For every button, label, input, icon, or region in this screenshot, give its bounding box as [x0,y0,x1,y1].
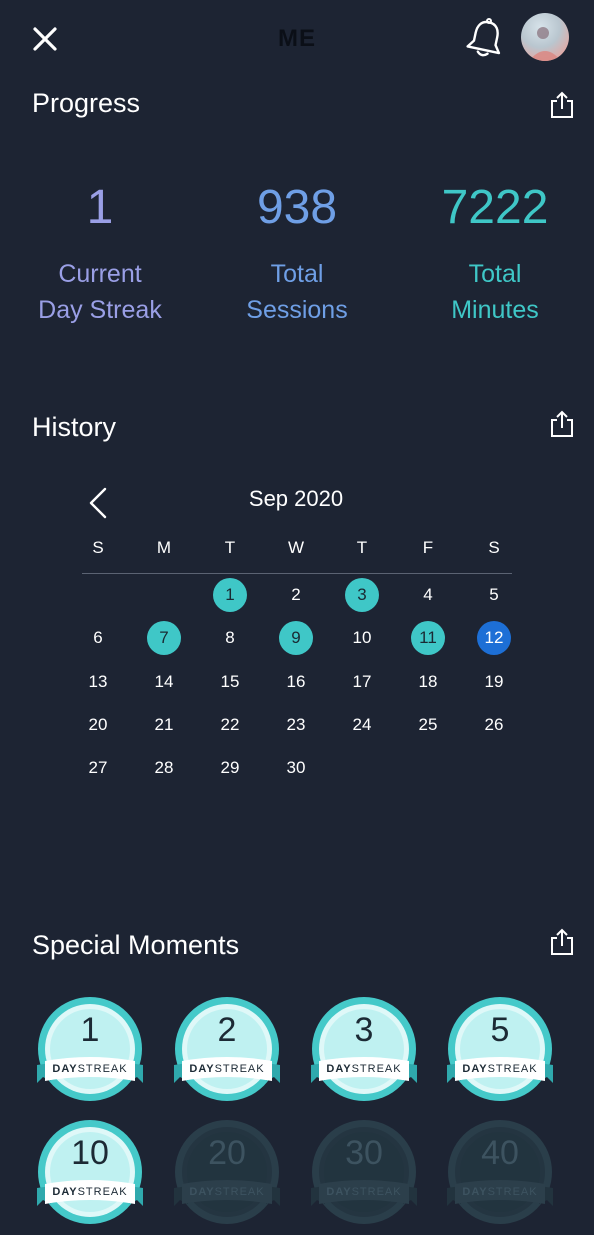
calendar-day[interactable]: 27 [81,751,115,785]
calendar-day[interactable]: 19 [477,665,511,699]
calendar-day[interactable]: 26 [477,708,511,742]
stat-label-line1: Current [58,260,142,288]
calendar-weekday-label: F [422,538,434,557]
progress-share-button[interactable] [549,91,575,119]
progress-title: Progress [32,88,141,118]
badge-number: 20 [208,1134,246,1172]
calendar-weekday-label: M [156,538,172,557]
calendar-day[interactable]: 16 [279,665,313,699]
calendar-day[interactable]: 10 [345,621,379,655]
calendar-day[interactable]: 12 [477,621,511,655]
stat-total-minutes: 7222 Total Minutes [395,180,594,328]
badge-number: 1 [80,1011,100,1049]
stat-value: 7222 [441,181,549,234]
calendar-day[interactable]: 3 [345,578,379,612]
stat-total-sessions: 938 Total Sessions [197,180,397,328]
calendar-weekday-label: W [287,538,305,557]
calendar-weekday-label: T [224,538,236,557]
badge-number: 3 [354,1011,374,1049]
share-icon [551,928,573,955]
badge-label: DAYSTREAK [52,1186,128,1198]
calendar-day[interactable]: 11 [411,621,445,655]
calendar-day[interactable]: 2 [279,578,313,612]
stat-label: Total Minutes [395,256,594,328]
badge-day-streak[interactable]: 1 DAYSTREAK [35,997,145,1107]
avatar-image-icon [529,27,561,61]
calendar-day[interactable]: 24 [345,708,379,742]
badge-day-streak[interactable]: 2 DAYSTREAK [172,997,282,1107]
top-bar: ME [0,0,594,76]
chevron-left-icon [89,487,107,519]
history-share-button[interactable] [549,410,575,438]
badge-day-streak[interactable]: 40 DAYSTREAK [445,1120,555,1230]
badge-label: DAYSTREAK [52,1063,128,1075]
calendar-weekday-label: S [92,538,104,557]
stat-current-streak: 1 Current Day Streak [0,180,200,328]
badge-day-streak[interactable]: 30 DAYSTREAK [309,1120,419,1230]
calendar-day[interactable]: 17 [345,665,379,699]
badge-label: DAYSTREAK [462,1063,538,1075]
badge-day-streak[interactable]: 5 DAYSTREAK [445,997,555,1107]
special-moments-share-button[interactable] [549,928,575,956]
stat-label: Current Day Streak [0,256,200,328]
special-moments-title: Special Moments [32,930,240,960]
badge-number: 40 [481,1134,519,1172]
stat-label-line2: Sessions [246,296,348,324]
calendar-day[interactable]: 5 [477,578,511,612]
stat-value: 1 [86,181,114,234]
badge-label: DAYSTREAK [326,1063,402,1075]
calendar-day[interactable]: 6 [81,621,115,655]
badge-number: 30 [345,1134,383,1172]
calendar-day[interactable]: 9 [279,621,313,655]
calendar-day[interactable]: 20 [81,708,115,742]
badge-day-streak[interactable]: 20 DAYSTREAK [172,1120,282,1230]
calendar-prev-month-button[interactable] [86,486,110,520]
calendar-weekday-label: S [488,538,500,557]
calendar-day[interactable]: 30 [279,751,313,785]
badge-label: DAYSTREAK [326,1186,402,1198]
calendar-day[interactable]: 14 [147,665,181,699]
calendar-month-label: Sep 2020 [248,486,344,511]
badge-label: DAYSTREAK [462,1186,538,1198]
calendar-day[interactable]: 29 [213,751,247,785]
bell-icon [466,18,501,57]
calendar-day[interactable]: 25 [411,708,445,742]
calendar-day[interactable]: 4 [411,578,445,612]
badge-number: 5 [490,1011,510,1049]
calendar-day[interactable]: 7 [147,621,181,655]
notifications-button[interactable] [466,17,506,59]
badge-label: DAYSTREAK [189,1186,265,1198]
badge-number: 10 [71,1134,109,1172]
badge-label: DAYSTREAK [189,1063,265,1075]
badge-number: 2 [217,1011,237,1049]
badge-day-streak[interactable]: 3 DAYSTREAK [309,997,419,1107]
avatar[interactable] [521,13,569,61]
calendar-day[interactable]: 28 [147,751,181,785]
share-icon [551,410,573,437]
stat-label-line2: Day Streak [38,296,162,324]
history-title: History [32,412,117,442]
calendar-day[interactable]: 15 [213,665,247,699]
stat-label: Total Sessions [197,256,397,328]
share-icon [551,91,573,118]
calendar-day[interactable]: 18 [411,665,445,699]
calendar-day[interactable]: 22 [213,708,247,742]
calendar-day[interactable]: 1 [213,578,247,612]
calendar-day[interactable]: 13 [81,665,115,699]
calendar-weekday-label: T [356,538,368,557]
badge-day-streak[interactable]: 10 DAYSTREAK [35,1120,145,1230]
calendar-day[interactable]: 23 [279,708,313,742]
stat-value: 938 [256,181,338,234]
stat-label-line2: Minutes [451,296,539,324]
calendar-divider [82,573,512,574]
stat-label-line1: Total [468,260,522,288]
stat-label-line1: Total [270,260,324,288]
calendar-day[interactable]: 8 [213,621,247,655]
calendar-day[interactable]: 21 [147,708,181,742]
